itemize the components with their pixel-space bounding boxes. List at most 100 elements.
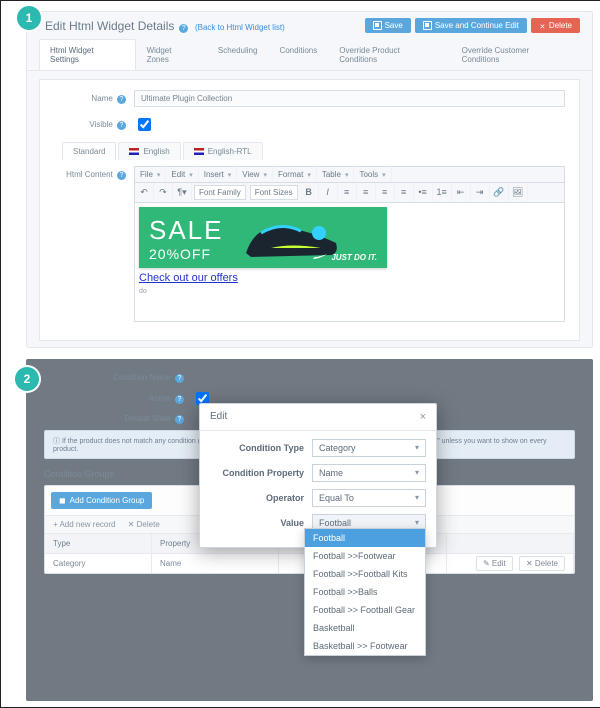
flag-icon <box>194 148 204 155</box>
font-family-select[interactable]: Font Family <box>194 185 246 200</box>
menu-view[interactable]: View <box>237 167 273 182</box>
menu-file[interactable]: File <box>135 167 166 182</box>
save-continue-label: Save and Continue Edit <box>435 21 519 30</box>
step-badge-1: 1 <box>17 6 41 30</box>
condition-property-select[interactable]: Name <box>312 464 426 482</box>
tab-settings[interactable]: Html Widget Settings <box>39 39 136 70</box>
dropdown-option[interactable]: Football >>Balls <box>305 583 425 601</box>
header-actions <box>447 534 574 553</box>
lang-label: English <box>143 147 169 156</box>
row-delete-button[interactable]: ✕ Delete <box>519 556 565 571</box>
help-icon[interactable]: ? <box>117 95 126 104</box>
delete-button[interactable]: Delete <box>531 18 580 33</box>
lang-tab-english-rtl[interactable]: English-RTL <box>183 142 263 160</box>
redo-icon[interactable]: ↷ <box>154 183 173 201</box>
tab-conditions[interactable]: Conditions <box>268 39 328 70</box>
help-icon[interactable]: ? <box>175 374 184 383</box>
add-group-label: Add Condition Group <box>70 496 145 505</box>
undo-icon[interactable]: ↶ <box>135 183 154 201</box>
nike-swoosh-icon <box>313 254 327 260</box>
number-list-icon[interactable]: 1≡ <box>433 183 452 201</box>
align-right-icon[interactable]: ≡ <box>376 183 395 201</box>
italic-icon[interactable]: I <box>319 183 338 201</box>
align-center-icon[interactable]: ≡ <box>357 183 376 201</box>
row-edit-button[interactable]: ✎ Edit <box>476 556 513 571</box>
link-icon[interactable]: 🔗 <box>490 183 509 201</box>
back-link[interactable]: (Back to Html Widget list) <box>195 23 285 32</box>
operator-select[interactable]: Equal To <box>312 489 426 507</box>
image-icon[interactable]: 🖼 <box>509 183 528 201</box>
editor-content[interactable]: SALE 20%OFF JUST DO IT. Check out our of… <box>134 203 565 322</box>
tab-override-customer[interactable]: Override Customer Conditions <box>451 39 580 70</box>
delete-record-button[interactable]: ✕ Delete <box>128 520 160 529</box>
dropdown-option[interactable]: Basketball >> Footwear <box>305 637 425 655</box>
align-justify-icon[interactable]: ≡ <box>395 183 414 201</box>
modal-title: Edit <box>210 411 227 423</box>
dropdown-option[interactable]: Football <box>305 529 425 547</box>
formats-icon[interactable]: ¶▾ <box>173 183 192 201</box>
condition-type-label: Condition Type <box>210 443 312 453</box>
font-size-select[interactable]: Font Sizes <box>250 185 298 200</box>
save-icon <box>423 21 432 30</box>
help-icon[interactable]: ? <box>175 395 184 404</box>
close-icon[interactable]: × <box>420 411 426 423</box>
save-continue-button[interactable]: Save and Continue Edit <box>415 18 527 33</box>
dropdown-option[interactable]: Football >> Football Gear <box>305 601 425 619</box>
tab-zones[interactable]: Widget Zones <box>136 39 207 70</box>
condition-property-label: Condition Property <box>210 468 312 478</box>
add-record-button[interactable]: + Add new record <box>53 520 115 529</box>
cell-property: Name <box>152 554 279 573</box>
menu-table[interactable]: Table <box>317 167 355 182</box>
operator-label: Operator <box>210 493 312 503</box>
delete-label: Delete <box>549 21 572 30</box>
outdent-icon[interactable]: ⇤ <box>452 183 471 201</box>
sale-banner: SALE 20%OFF JUST DO IT. <box>139 207 387 268</box>
active-label: Active <box>149 394 171 403</box>
help-icon[interactable]: ? <box>179 24 188 33</box>
name-input[interactable] <box>134 90 565 107</box>
tab-scheduling[interactable]: Scheduling <box>207 39 269 70</box>
tab-override-product[interactable]: Override Product Conditions <box>328 39 450 70</box>
bullet-list-icon[interactable]: •≡ <box>414 183 433 201</box>
condition-type-select[interactable]: Category <box>312 439 426 457</box>
lang-tab-standard[interactable]: Standard <box>62 142 116 160</box>
lorem-text: do <box>139 288 560 295</box>
dropdown-option[interactable]: Football >>Footwear <box>305 547 425 565</box>
help-icon[interactable]: ? <box>175 415 184 424</box>
cell-type: Category <box>45 554 152 573</box>
page-title: Edit Html Widget Details <box>45 19 174 33</box>
bold-icon[interactable]: B <box>300 183 319 201</box>
condition-name-label: Condition Name <box>113 373 170 382</box>
header-type: Type <box>45 534 152 553</box>
flag-icon <box>129 148 139 155</box>
help-icon[interactable]: ? <box>117 121 126 130</box>
save-button[interactable]: Save <box>365 18 411 33</box>
dropdown-option[interactable]: Football >>Football Kits <box>305 565 425 583</box>
align-left-icon[interactable]: ≡ <box>338 183 357 201</box>
save-icon <box>373 21 382 30</box>
slogan-text: JUST DO IT. <box>331 253 377 262</box>
default-state-label: Default State <box>125 414 171 423</box>
edit-modal: Edit × Condition TypeCategory Condition … <box>199 403 437 548</box>
indent-icon[interactable]: ⇥ <box>471 183 490 201</box>
value-dropdown: Football Football >>Footwear Football >>… <box>304 528 426 656</box>
visible-label: Visible <box>89 120 112 129</box>
menu-insert[interactable]: Insert <box>199 167 238 182</box>
lang-tab-english[interactable]: English <box>118 142 180 160</box>
save-label: Save <box>385 21 403 30</box>
menu-tools[interactable]: Tools <box>354 167 391 182</box>
dropdown-option[interactable]: Basketball <box>305 619 425 637</box>
edit-widget-panel: Edit Html Widget Details ? (Back to Html… <box>26 11 593 348</box>
content-label: Html Content <box>66 170 113 179</box>
plus-icon: ◼ <box>59 496 66 505</box>
help-icon[interactable]: ? <box>117 171 126 180</box>
menu-format[interactable]: Format <box>273 167 317 182</box>
name-label: Name <box>91 94 112 103</box>
menu-edit[interactable]: Edit <box>166 167 198 182</box>
lang-label: Standard <box>73 147 105 156</box>
cta-link[interactable]: Check out our offers <box>139 272 238 284</box>
delete-icon <box>539 22 546 29</box>
editor-menubar: File Edit Insert View Format Table Tools <box>134 166 565 183</box>
visible-checkbox[interactable] <box>138 118 151 131</box>
add-condition-group-button[interactable]: ◼ Add Condition Group <box>51 492 152 509</box>
